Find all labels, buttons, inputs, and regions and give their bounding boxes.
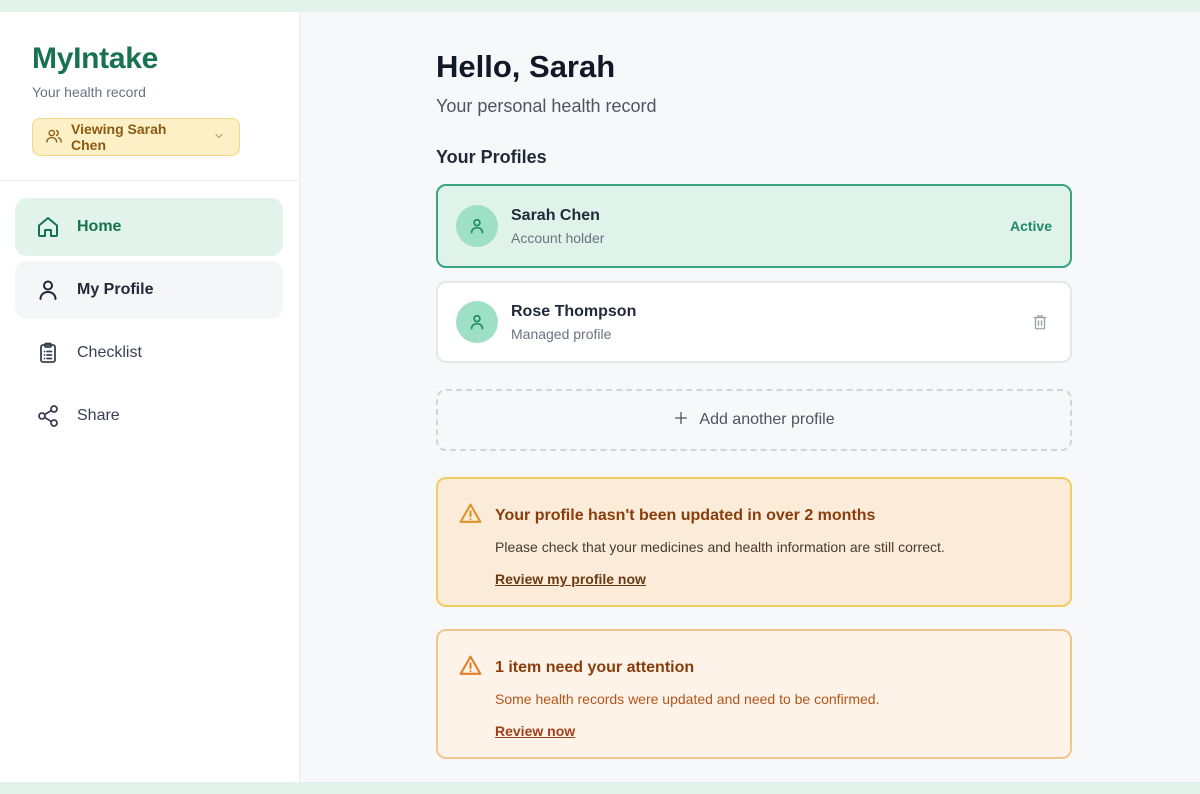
main-content: Hello, Sarah Your personal health record… — [300, 12, 1200, 782]
app-title: MyIntake — [32, 42, 158, 75]
warning-icon — [458, 653, 483, 683]
sidebar-item-my-profile[interactable]: My Profile — [15, 261, 283, 319]
user-icon — [470, 314, 484, 330]
alert-title: Your profile hasn't been updated in over… — [495, 507, 876, 524]
avatar — [456, 301, 498, 343]
user-icon — [470, 218, 484, 234]
status-badge: Active — [1009, 218, 1052, 234]
users-icon — [45, 127, 63, 148]
profile-switcher-label: Viewing Sarah Chen — [71, 121, 167, 153]
profile-card[interactable]: Rose Thompson Managed profile — [436, 281, 1072, 363]
brand-area: MyIntake Your health record Viewing Sara… — [0, 12, 299, 181]
profile-name: Rose Thompson — [511, 302, 637, 320]
home-icon — [35, 214, 61, 240]
add-profile-button[interactable]: Add another profile — [436, 389, 1072, 451]
add-profile-label: Add another profile — [699, 411, 835, 428]
profile-role: Account holder — [511, 229, 605, 246]
sidebar-item-label: Checklist — [77, 344, 142, 361]
review-now-link[interactable]: Review now — [495, 723, 575, 739]
profile-switcher-button[interactable]: Viewing Sarah Chen — [32, 118, 240, 156]
trash-icon[interactable] — [1028, 310, 1052, 334]
alert-body: Please check that your medicines and hea… — [495, 539, 945, 555]
plus-icon — [673, 410, 689, 431]
sidebar-item-share[interactable]: Share — [15, 387, 283, 445]
profiles-section-title: Your Profiles — [436, 147, 547, 167]
warning-icon — [458, 501, 483, 531]
alert-body: Some health records were updated and nee… — [495, 691, 880, 707]
page-subtitle: Your personal health record — [436, 96, 657, 116]
profile-info: Rose Thompson Managed profile — [511, 303, 1028, 342]
alert-title: 1 item need your attention — [495, 659, 695, 676]
app-window: MyIntake Your health record Viewing Sara… — [0, 12, 1200, 782]
profile-info: Sarah Chen Account holder — [511, 207, 1010, 246]
profile-card-active[interactable]: Sarah Chen Account holder Active — [436, 184, 1072, 268]
sidebar-item-label: My Profile — [77, 281, 154, 298]
sidebar-item-label: Share — [77, 407, 120, 424]
review-profile-link[interactable]: Review my profile now — [495, 571, 646, 587]
sidebar: MyIntake Your health record Viewing Sara… — [0, 12, 300, 782]
app-subtitle: Your health record — [32, 84, 146, 100]
page-title: Hello, Sarah — [436, 49, 616, 84]
avatar — [456, 205, 498, 247]
sidebar-nav: Home My Profile Checklist Share — [0, 181, 299, 445]
clipboard-icon — [35, 340, 61, 366]
profile-name: Sarah Chen — [511, 206, 600, 224]
share-icon — [35, 403, 61, 429]
sidebar-item-label: Home — [77, 218, 122, 235]
chevron-down-icon — [213, 129, 225, 145]
sidebar-item-home[interactable]: Home — [15, 198, 283, 256]
user-icon — [35, 277, 61, 303]
sidebar-item-checklist[interactable]: Checklist — [15, 324, 283, 382]
attention-alert: 1 item need your attention Some health r… — [436, 629, 1072, 759]
content-column: Hello, Sarah Your personal health record… — [436, 48, 1072, 759]
stale-profile-alert: Your profile hasn't been updated in over… — [436, 477, 1072, 607]
profile-role: Managed profile — [511, 325, 612, 342]
